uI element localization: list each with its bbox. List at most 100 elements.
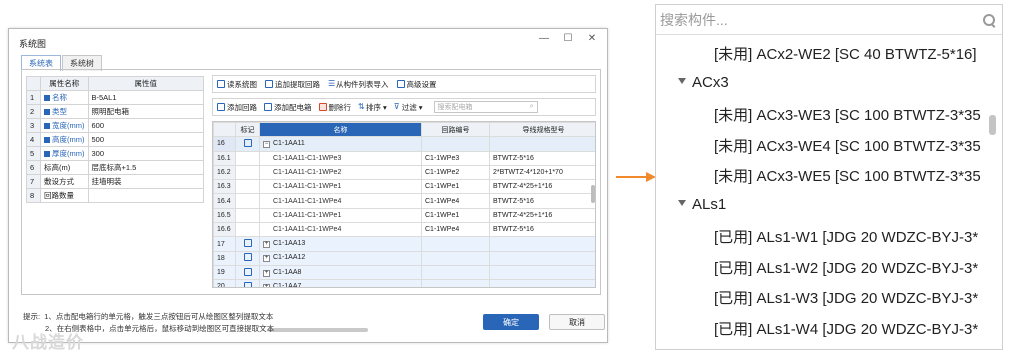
flag-icon[interactable]: [243, 253, 252, 262]
table-row[interactable]: 17 + C1-1AA13: [213, 236, 595, 252]
grid-header-wire-spec[interactable]: 导线规格型号: [489, 122, 595, 138]
flag-cell[interactable]: [235, 250, 260, 266]
collapse-icon[interactable]: −: [263, 140, 270, 148]
circuit-code-cell[interactable]: [421, 264, 490, 281]
attr-value[interactable]: 照明配电箱: [87, 104, 204, 119]
name-cell[interactable]: C1-1AA11-C1-1WPe4: [259, 193, 422, 209]
delete-row-button[interactable]: 删除行: [318, 102, 351, 113]
attr-value[interactable]: 600: [87, 118, 204, 133]
circuit-code-cell[interactable]: C1-1WPe1: [421, 207, 490, 224]
wire-spec-cell[interactable]: BTWTZ-4*25+1*16: [489, 179, 595, 195]
circuit-code-cell[interactable]: C1-1WPe4: [421, 222, 490, 238]
grid-header-name[interactable]: 名称: [259, 122, 422, 138]
wire-spec-cell[interactable]: [489, 279, 595, 287]
ok-button[interactable]: 确定: [483, 314, 539, 330]
flag-cell[interactable]: [235, 207, 260, 224]
add-box-button[interactable]: 添加配电箱: [264, 102, 312, 113]
flag-cell[interactable]: [235, 279, 260, 287]
name-cell[interactable]: C1-1AA11-C1-1WPe3: [259, 150, 422, 166]
flag-cell[interactable]: [235, 150, 260, 166]
table-row[interactable]: 20 + C1-1AA7: [213, 279, 595, 287]
attr-row[interactable]: 1 名称 B-5AL1: [26, 90, 204, 105]
table-row[interactable]: 16.3 C1-1AA11-C1-1WPe1 C1-1WPe1 BTWTZ-4*25+…: [213, 179, 595, 195]
search-icon[interactable]: [982, 13, 996, 27]
table-row[interactable]: 16.5 C1-1AA11-C1-1WPe1 C1-1WPe1 BTWTZ-4*25+…: [213, 207, 595, 224]
attr-row[interactable]: 4 高度(mm) 500: [26, 132, 204, 147]
collapse-triangle-icon[interactable]: [678, 77, 686, 84]
attr-value[interactable]: B-5AL1: [87, 90, 204, 105]
tree-item[interactable]: [未用] ACx3-WE3 [SC 100 BTWTZ-3*35: [714, 104, 981, 125]
advanced-settings-button[interactable]: 高级设置: [396, 79, 437, 90]
tree-item[interactable]: [未用] ACx3-WE4 [SC 100 BTWTZ-3*35: [714, 135, 981, 156]
expand-icon[interactable]: +: [263, 283, 270, 287]
table-row[interactable]: 16.1 C1-1AA11-C1-1WPe3 C1-1WPe3 BTWTZ-5*16: [213, 150, 595, 166]
table-row[interactable]: 16.4 C1-1AA11-C1-1WPe4 C1-1WPe4 BTWTZ-5*16: [213, 193, 595, 209]
grid-header-flag[interactable]: 标记: [235, 122, 260, 138]
import-list-button[interactable]: ☰ 从构件列表导入: [328, 79, 389, 90]
flag-cell[interactable]: [235, 179, 260, 195]
flag-cell[interactable]: [235, 193, 260, 209]
cancel-button[interactable]: 取消: [549, 314, 605, 330]
attr-row[interactable]: 6 标高(m) 层底标高+1.5: [26, 160, 204, 175]
flag-cell[interactable]: [235, 222, 260, 238]
wire-spec-cell[interactable]: [489, 236, 595, 252]
name-cell[interactable]: + C1-1AA7: [259, 279, 422, 287]
tree-item[interactable]: [已用] ALs1-W1 [JDG 20 WDZC-BYJ-3*: [714, 226, 978, 247]
tree-item[interactable]: [已用] ALs1-W4 [JDG 20 WDZC-BYJ-3*: [714, 318, 978, 339]
tree-group[interactable]: ACx3: [678, 74, 729, 91]
table-row[interactable]: 16.2 C1-1AA11-C1-1WPe2 C1-1WPe2 2*BTWTZ-4*1…: [213, 164, 595, 181]
wire-spec-cell[interactable]: BTWTZ-4*25+1*16: [489, 207, 595, 224]
append-circuit-button[interactable]: 追加提取回路: [265, 79, 320, 90]
name-cell[interactable]: C1-1AA11-C1-1WPe2: [259, 164, 422, 181]
name-cell[interactable]: − C1-1AA11: [259, 136, 422, 152]
circuit-code-cell[interactable]: [421, 250, 490, 266]
tree-scrollbar[interactable]: [989, 115, 996, 135]
minimize-icon[interactable]: —: [537, 33, 551, 44]
name-cell[interactable]: + C1-1AA8: [259, 264, 422, 281]
wire-spec-cell[interactable]: BTWTZ-5*16: [489, 222, 595, 238]
name-cell[interactable]: + C1-1AA12: [259, 250, 422, 266]
circuit-code-cell[interactable]: [421, 136, 490, 152]
box-search-input[interactable]: 搜索配电箱 ⌕: [433, 101, 538, 113]
attr-row[interactable]: 3 宽度(mm) 600: [26, 118, 204, 133]
expand-icon[interactable]: +: [263, 269, 270, 277]
wire-spec-cell[interactable]: [489, 264, 595, 281]
attr-row[interactable]: 5 厚度(mm) 300: [26, 146, 204, 161]
circuit-code-cell[interactable]: C1-1WPe2: [421, 164, 490, 181]
flag-icon[interactable]: [243, 138, 252, 147]
flag-icon[interactable]: [243, 281, 252, 287]
flag-cell[interactable]: [235, 136, 260, 152]
flag-cell[interactable]: [235, 164, 260, 181]
expand-icon[interactable]: +: [263, 255, 270, 263]
horizontal-scrollbar[interactable]: [268, 328, 368, 332]
attr-value[interactable]: [87, 188, 204, 203]
wire-spec-cell[interactable]: BTWTZ-5*16: [489, 193, 595, 209]
table-row[interactable]: 16.6 C1-1AA11-C1-1WPe4 C1-1WPe4 BTWTZ-5*16: [213, 222, 595, 238]
expand-icon[interactable]: +: [263, 241, 270, 249]
attr-row[interactable]: 2 类型 照明配电箱: [26, 104, 204, 119]
name-cell[interactable]: C1-1AA11-C1-1WPe1: [259, 179, 422, 195]
sort-button[interactable]: ⇅ 排序 ▾: [358, 102, 387, 113]
grid-header-circuit-code[interactable]: 回路编号: [421, 122, 490, 138]
circuit-code-cell[interactable]: [421, 279, 490, 287]
attr-row[interactable]: 8 回路数量: [26, 188, 204, 203]
circuit-code-cell[interactable]: C1-1WPe3: [421, 150, 490, 166]
flag-cell[interactable]: [235, 264, 260, 281]
tree-item[interactable]: [未用] ACx3-WE5 [SC 100 BTWTZ-3*35: [714, 165, 981, 186]
tree-item[interactable]: [未用] ACx2-WE2 [SC 40 BTWTZ-5*16]: [714, 43, 977, 64]
attr-value[interactable]: 挂墙明装: [87, 174, 204, 189]
maximize-icon[interactable]: ☐: [561, 33, 575, 44]
tree-item[interactable]: [已用] ALs1-W3 [JDG 20 WDZC-BYJ-3*: [714, 287, 978, 308]
attr-row[interactable]: 7 敷设方式 挂墙明装: [26, 174, 204, 189]
close-icon[interactable]: ✕: [585, 33, 599, 44]
attr-value[interactable]: 层底标高+1.5: [87, 160, 204, 175]
tree-item[interactable]: [已用] ALs1-W2 [JDG 20 WDZC-BYJ-3*: [714, 257, 978, 278]
wire-spec-cell[interactable]: [489, 250, 595, 266]
name-cell[interactable]: C1-1AA11-C1-1WPe4: [259, 222, 422, 238]
circuit-code-cell[interactable]: C1-1WPe1: [421, 179, 490, 195]
collapse-triangle-icon[interactable]: [678, 199, 686, 206]
attr-value[interactable]: 300: [87, 146, 204, 161]
circuit-code-cell[interactable]: [421, 236, 490, 252]
tree-group[interactable]: ALs1: [678, 196, 726, 213]
name-cell[interactable]: C1-1AA11-C1-1WPe1: [259, 207, 422, 224]
